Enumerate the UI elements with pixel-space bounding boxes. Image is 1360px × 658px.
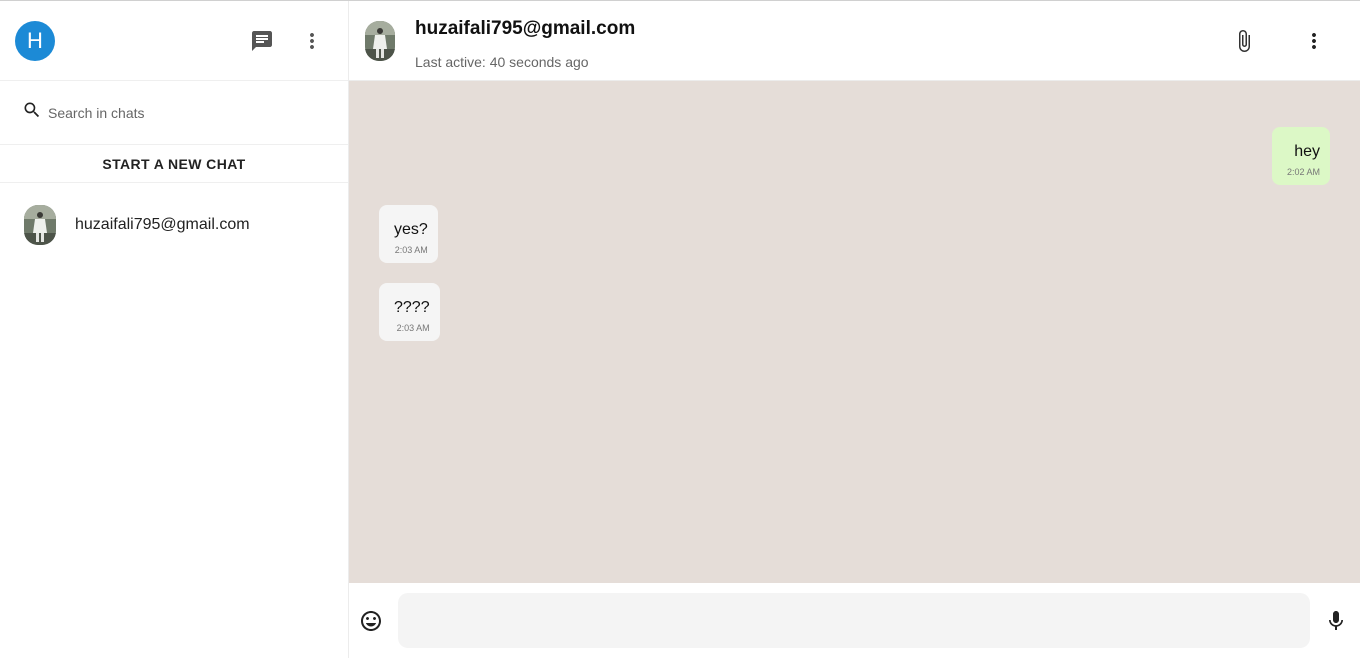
chat-header-avatar[interactable] — [365, 21, 395, 61]
search-input[interactable] — [48, 104, 308, 121]
search-icon — [22, 100, 42, 125]
more-vert-icon[interactable] — [1302, 29, 1326, 53]
sidebar: H START A NEW CHAT — [0, 1, 349, 658]
message-composer — [349, 583, 1360, 658]
start-new-chat-button[interactable]: START A NEW CHAT — [0, 145, 348, 183]
chat-list-item[interactable]: huzaifali795@gmail.com — [0, 183, 348, 267]
message-bubble-received: yes? 2:03 AM — [379, 205, 438, 263]
sidebar-actions — [250, 29, 324, 53]
chat-list-item-name: huzaifali795@gmail.com — [75, 216, 250, 233]
chat-header-info: huzaifali795@gmail.com Last active: 40 s… — [415, 18, 636, 70]
sidebar-search — [0, 81, 348, 145]
chat-panel: huzaifali795@gmail.com Last active: 40 s… — [349, 1, 1360, 658]
message-text: hey — [1294, 143, 1320, 160]
message-bubble-sent: hey 2:02 AM — [1271, 127, 1330, 185]
contact-name: huzaifali795@gmail.com — [415, 18, 636, 39]
chat-app: H START A NEW CHAT — [0, 0, 1360, 658]
last-active-status: Last active: 40 seconds ago — [415, 54, 589, 70]
mic-icon[interactable] — [1324, 609, 1348, 633]
user-avatar[interactable]: H — [15, 20, 55, 61]
message-time: 2:03 AM — [394, 245, 428, 255]
message-input[interactable] — [398, 593, 1310, 648]
sidebar-header: H — [0, 1, 348, 81]
chat-header-actions — [1232, 29, 1326, 53]
chat-header: huzaifali795@gmail.com Last active: 40 s… — [349, 1, 1360, 81]
chat-icon[interactable] — [250, 29, 274, 53]
emoji-icon[interactable] — [359, 609, 383, 633]
message-bubble-received: ???? 2:03 AM — [379, 283, 440, 341]
message-area[interactable]: hey 2:02 AM yes? 2:03 AM ???? 2:03 AM — [349, 81, 1360, 583]
message-time: 2:03 AM — [396, 323, 430, 333]
message-text: ???? — [394, 299, 430, 316]
message-time: 2:02 AM — [1286, 167, 1320, 177]
message-text: yes? — [394, 221, 428, 238]
contact-avatar — [24, 205, 56, 245]
more-vert-icon[interactable] — [300, 29, 324, 53]
paperclip-icon[interactable] — [1232, 29, 1256, 53]
